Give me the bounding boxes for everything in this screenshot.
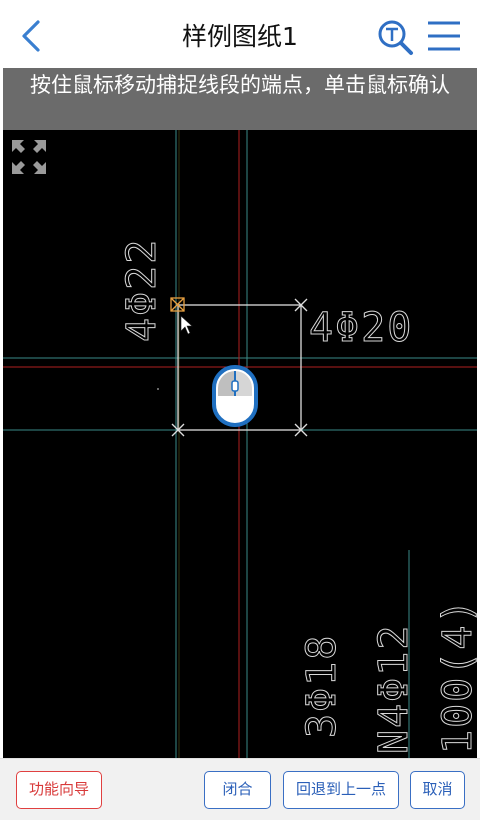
fullscreen-icon[interactable] xyxy=(10,138,48,176)
instruction-hint: 按住鼠标移动捕捉线段的端点，单击鼠标确认 xyxy=(3,68,477,130)
rebar-label-n4-12: N4Φ12 xyxy=(371,624,417,754)
undo-point-button[interactable]: 回退到上一点 xyxy=(283,771,399,809)
rebar-label-3-18: 3Φ18 xyxy=(299,634,345,738)
rebar-label-4-22: 4Φ22 xyxy=(119,238,165,342)
menu-icon[interactable] xyxy=(424,18,464,54)
function-guide-button[interactable]: 功能向导 xyxy=(16,771,102,809)
cursor-arrow-icon xyxy=(180,315,193,335)
back-icon[interactable] xyxy=(14,16,50,56)
close-shape-button[interactable]: 闭合 xyxy=(204,771,271,809)
drawing-canvas[interactable]: 4Φ22 4Φ20 3Φ18 N4Φ12 100(4) xyxy=(3,130,477,758)
cad-drawing: 4Φ22 4Φ20 3Φ18 N4Φ12 100(4) xyxy=(3,130,477,758)
mouse-icon xyxy=(212,365,258,427)
header-bar: 样例图纸1 xyxy=(0,0,480,68)
cancel-button[interactable]: 取消 xyxy=(410,771,465,809)
rebar-label-4-20: 4Φ20 xyxy=(309,305,413,351)
spacing-label: 100(4) xyxy=(435,598,477,755)
search-text-icon[interactable] xyxy=(376,18,414,56)
bottom-toolbar: 功能向导 闭合 回退到上一点 取消 xyxy=(0,758,480,820)
page-title: 样例图纸1 xyxy=(182,22,298,51)
